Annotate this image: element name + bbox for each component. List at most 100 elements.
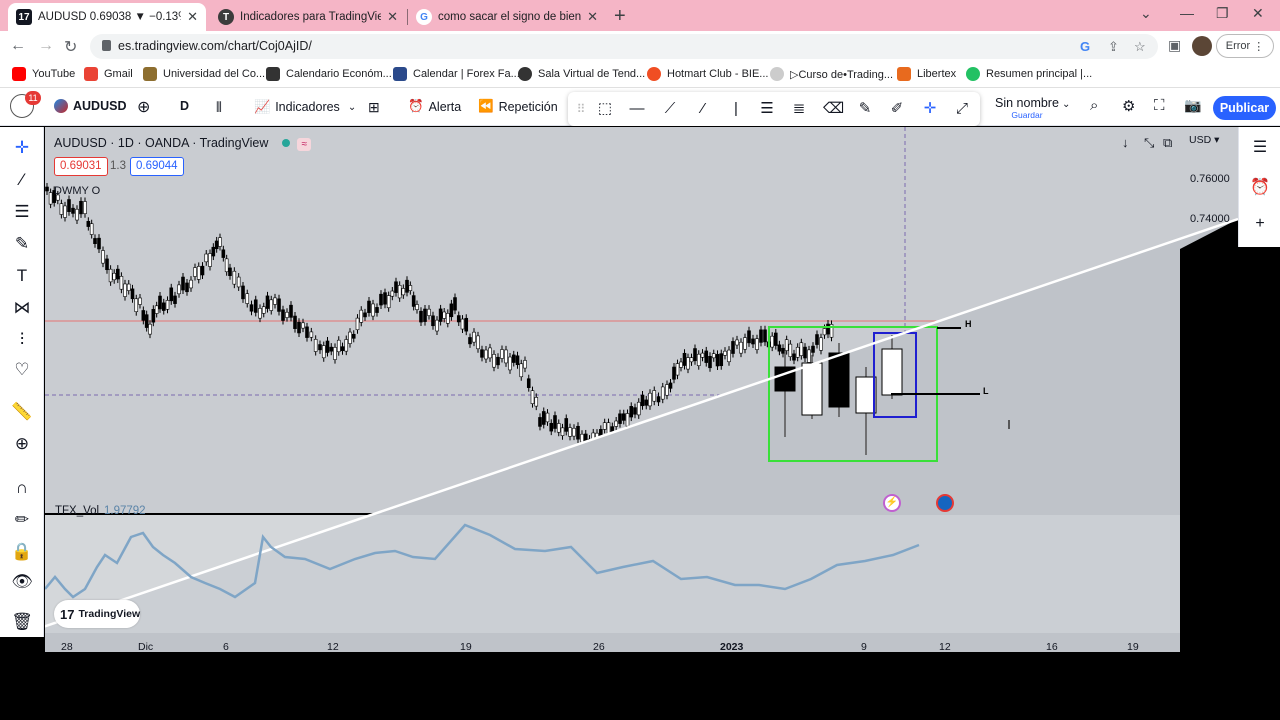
fullscreen-icon[interactable]: ⛶ xyxy=(1154,97,1165,114)
pencil-lock-icon[interactable]: ✏ xyxy=(11,509,33,531)
candle-body xyxy=(644,399,649,406)
currency-selector[interactable]: USD ▾ xyxy=(1189,134,1219,146)
bookmark-sala-virtual[interactable]: Sala Virtual de Tend... xyxy=(518,67,645,81)
replay-button[interactable]: ⏪ Repetición xyxy=(478,99,558,114)
highlighter-icon[interactable]: ✐ xyxy=(888,100,906,118)
lightning-event-icon[interactable]: ⚡ xyxy=(883,494,901,512)
restore-icon[interactable]: ❐ xyxy=(1216,5,1229,22)
fib-retracement-icon[interactable]: ☰ xyxy=(11,201,33,223)
watchlist-icon[interactable]: ☰ xyxy=(1249,137,1271,159)
parallel-channel-icon[interactable]: ☰ xyxy=(758,100,776,118)
plus-icon[interactable]: + xyxy=(1249,213,1271,235)
eye-icon[interactable]: 👁 xyxy=(11,571,33,593)
chevron-down-icon[interactable]: ⌄ xyxy=(1140,5,1152,22)
sell-price[interactable]: 0.69031 xyxy=(54,157,108,176)
back-icon[interactable]: ← xyxy=(10,37,26,55)
layout-name-button[interactable]: Sin nombre Guardar xyxy=(995,96,1059,120)
pattern-icon[interactable]: ⋈ xyxy=(11,297,33,319)
google-icon[interactable]: G xyxy=(1080,39,1090,54)
publish-button[interactable]: Publicar xyxy=(1213,96,1276,120)
forecast-icon[interactable]: ⫶ xyxy=(11,329,33,351)
close-tab-icon[interactable]: ✕ xyxy=(187,9,198,25)
candle-body xyxy=(232,270,237,285)
candle-body xyxy=(556,423,561,433)
heart-icon[interactable]: ♡ xyxy=(11,359,33,381)
bookmark-calendario[interactable]: Calendario Económ... xyxy=(266,67,392,81)
alert-button[interactable]: ⏰ Alerta xyxy=(408,99,461,114)
fib-icon[interactable]: ≣ xyxy=(790,100,808,118)
bookmark-forex-factory[interactable]: Calendar | Forex Fa... xyxy=(393,67,520,81)
ray-icon[interactable]: ⟋ xyxy=(661,100,679,118)
bookmark-star-icon[interactable]: ☆ xyxy=(1134,39,1146,55)
buy-price[interactable]: 0.69044 xyxy=(130,157,184,176)
error-button[interactable]: Error ⋮ xyxy=(1216,34,1274,58)
compare-plus-icon[interactable]: ⊕ xyxy=(137,97,150,117)
text-icon[interactable]: T xyxy=(11,265,33,287)
close-tab-icon[interactable]: ✕ xyxy=(587,9,598,25)
avatar[interactable] xyxy=(1192,36,1212,56)
x-tick: 26 xyxy=(593,641,605,653)
chart-canvas[interactable] xyxy=(45,127,1238,652)
crosshair-icon[interactable]: ✛ xyxy=(921,100,939,118)
candle-body xyxy=(144,314,149,328)
indicators-button[interactable]: 📈 Indicadores ⌄ xyxy=(254,99,356,115)
vertical-line-icon[interactable]: | xyxy=(727,100,745,118)
bookmark-universidad[interactable]: Universidad del Co... xyxy=(143,67,265,81)
drag-handle-icon[interactable]: ⠿ xyxy=(572,100,590,118)
candle-body xyxy=(161,302,166,311)
trend-line-icon[interactable]: ⁄ xyxy=(11,169,33,191)
forward-icon[interactable]: → xyxy=(38,37,54,55)
bookmark-hotmart[interactable]: Hotmart Club - BIE... xyxy=(647,67,768,81)
eraser-icon[interactable]: ⌫ xyxy=(823,100,844,118)
interval-button[interactable]: D xyxy=(180,99,189,113)
australia-flag-icon[interactable] xyxy=(936,494,954,512)
candle-body xyxy=(435,319,439,332)
chevron-down-icon: ⌄ xyxy=(347,101,357,113)
tab-audusd[interactable]: 17 AUDUSD 0.69038 ▼ −0.13% Sin ✕ xyxy=(8,3,206,31)
crosshair-icon[interactable]: ✛ xyxy=(11,137,33,159)
side-panel-icon[interactable]: ▣ xyxy=(1168,37,1181,54)
alarm-clock-icon[interactable]: ⏰ xyxy=(1249,177,1271,199)
templates-icon[interactable]: ⊞ xyxy=(368,99,380,116)
bookmark-resumen[interactable]: Resumen principal |... xyxy=(966,67,1092,81)
search-icon[interactable]: ⌕ xyxy=(1090,97,1098,114)
candle-body xyxy=(468,337,472,345)
candle-body xyxy=(715,354,720,367)
gear-icon[interactable]: ⚙ xyxy=(1122,97,1135,115)
chevron-down-icon[interactable]: ⌄ xyxy=(1062,99,1070,110)
candle-body xyxy=(480,349,484,358)
ruler-icon[interactable]: 📏 xyxy=(11,401,33,423)
minimize-icon[interactable]: — xyxy=(1180,5,1194,21)
reload-icon[interactable]: ↻ xyxy=(64,37,77,57)
bookmark-youtube[interactable]: YouTube xyxy=(12,67,75,81)
close-tab-icon[interactable]: ✕ xyxy=(387,9,398,25)
candles-icon[interactable]: ⫴ xyxy=(216,99,222,116)
camera-icon[interactable]: 📷 xyxy=(1184,97,1201,114)
bookmark-gmail[interactable]: Gmail xyxy=(84,67,133,81)
restore-pane-icon[interactable]: ⧉ xyxy=(1163,135,1172,151)
new-tab-icon[interactable]: + xyxy=(614,5,626,28)
collapse-icon[interactable]: ⤡ xyxy=(1144,135,1154,151)
tab-indicadores[interactable]: T Indicadores para TradingView -Te ✕ xyxy=(210,3,406,31)
bookmark-libertex[interactable]: Libertex xyxy=(897,67,956,81)
zoom-in-icon[interactable]: ⊕ xyxy=(11,433,33,455)
select-rectangle-icon[interactable]: ⬚ xyxy=(596,100,614,118)
share-icon[interactable]: ⇪ xyxy=(1108,39,1119,55)
horizontal-line-icon[interactable]: — xyxy=(628,100,646,118)
candle-body xyxy=(500,349,504,359)
brush-icon[interactable]: ✎ xyxy=(11,233,33,255)
tab-google[interactable]: G como sacar el signo de bien con ✕ xyxy=(408,3,606,31)
chart-area[interactable]: AUDUSD · 1D · OANDA · TradingView ≈ 0.69… xyxy=(45,127,1238,653)
path-icon[interactable]: ⤢ xyxy=(953,100,971,118)
url-field[interactable]: es.tradingview.com/chart/Coj0AjID/ G ⇪ ☆ xyxy=(90,34,1158,59)
arrow-down-icon[interactable]: ↓ xyxy=(1122,135,1129,150)
brush-icon[interactable]: ✎ xyxy=(856,100,874,118)
magnet-icon[interactable]: ∩ xyxy=(11,477,33,499)
bookmark-curso[interactable]: ▷Curso de•Trading... xyxy=(770,67,893,81)
lock-icon[interactable]: 🔒 xyxy=(11,541,33,563)
trash-icon[interactable]: 🗑 xyxy=(11,611,33,633)
candle-body xyxy=(453,297,457,311)
symbol-search[interactable]: AUDUSD xyxy=(54,99,126,113)
trend-line-icon[interactable]: ⁄ xyxy=(694,100,712,118)
close-window-icon[interactable]: ✕ xyxy=(1252,5,1264,22)
